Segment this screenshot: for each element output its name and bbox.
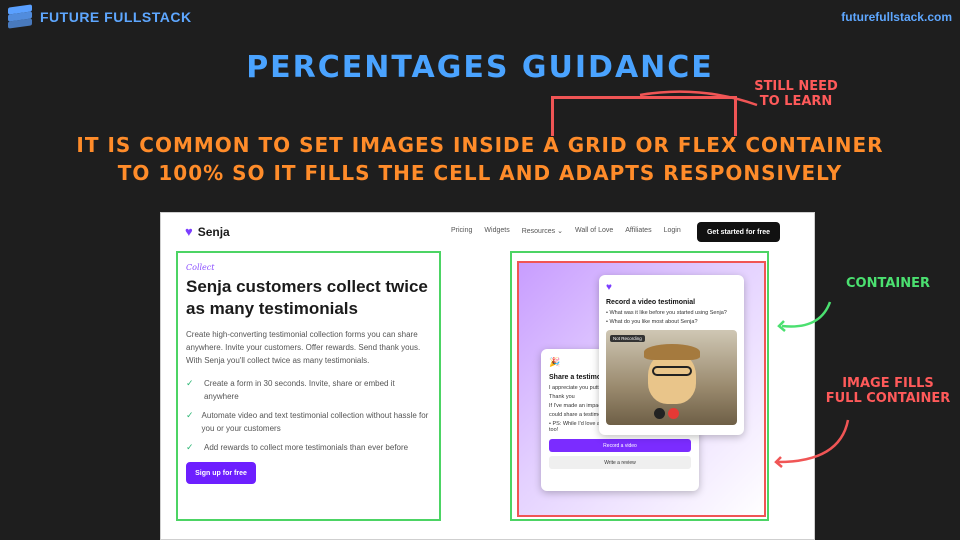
write-review-label: Write a review (604, 459, 636, 466)
check-icon: ✓ (186, 378, 194, 388)
check-icon: ✓ (186, 442, 194, 452)
note-learn-line2: TO LEARN (759, 94, 833, 109)
senja-logo[interactable]: ♥ Senja (185, 224, 230, 239)
feature-item: ✓ Automate video and text testimonial col… (186, 409, 431, 435)
note-learn-line1: STILL NEED (754, 79, 838, 94)
front-card-question: • What do you like most about Senja? (606, 319, 698, 325)
feature-text: Add rewards to collect more testimonials… (204, 443, 409, 452)
note-container: CONTAINER (846, 276, 930, 291)
feature-text: Automate video and text testimonial coll… (201, 411, 429, 433)
heart-icon: ♥ (185, 224, 193, 239)
recording-status: Not Recording (610, 335, 645, 342)
note-still-need-to-learn: STILL NEED TO LEARN (746, 79, 846, 109)
lede: Create high-converting testimonial colle… (186, 330, 421, 365)
record-icon[interactable] (668, 408, 679, 419)
record-video-label: Record a video (603, 442, 637, 449)
pen-icon[interactable] (654, 408, 665, 419)
nav-link-resources[interactable]: Resources ⌄ (522, 227, 563, 235)
website-screenshot: ♥ Senja Pricing Widgets Resources ⌄ Wall… (160, 212, 815, 540)
nav-link-wall-of-love[interactable]: Wall of Love (575, 227, 613, 235)
feature-item: ✓ Create a form in 30 seconds. Invite, sh… (186, 377, 431, 403)
highlight-bracket (551, 96, 737, 136)
nav-link-login[interactable]: Login (664, 227, 681, 235)
feature-list: ✓ Create a form in 30 seconds. Invite, sh… (186, 377, 431, 454)
nav-link-affiliates[interactable]: Affiliates (625, 227, 651, 235)
record-video-button[interactable]: Record a video (549, 439, 691, 452)
senja-logo-text: Senja (197, 224, 230, 239)
nav-link-pricing[interactable]: Pricing (451, 227, 472, 235)
feature-text: Create a form in 30 seconds. Invite, sha… (203, 379, 395, 401)
subtitle-line2: TO 100% SO IT FILLS THE CELL AND ADAPTS … (117, 161, 843, 185)
brand-name: FUTURE FULLSTACK (40, 9, 192, 25)
feature-item: ✓ Add rewards to collect more testimonial… (186, 441, 431, 454)
get-started-button[interactable]: Get started for free (697, 222, 780, 242)
brand: FUTURE FULLSTACK (8, 4, 192, 29)
check-icon: ✓ (186, 410, 194, 420)
record-video-card: ♥ Record a video testimonial • What was … (599, 275, 744, 435)
layers-logo-icon (8, 4, 32, 29)
note-image-fills: IMAGE FILLS FULL CONTAINER (816, 376, 960, 406)
image-fill: 🎉 Share a testimon I appreciate you putt… (517, 261, 766, 517)
image-container: 🎉 Share a testimon I appreciate you putt… (510, 251, 769, 521)
site-url: futurefullstack.com (841, 10, 952, 24)
front-card-question: • What was it like before you started us… (606, 310, 727, 316)
front-card-title: Record a video testimonial (606, 299, 696, 306)
dog-glasses (652, 366, 692, 376)
note-image-line2: FULL CONTAINER (825, 391, 951, 406)
headline: Senja customers collect twice as many te… (186, 277, 428, 318)
eyebrow: Collect (186, 263, 215, 272)
write-review-button[interactable]: Write a review (549, 456, 691, 469)
note-image-line1: IMAGE FILLS (842, 376, 934, 391)
site-nav: ♥ Senja Pricing Widgets Resources ⌄ Wall… (161, 213, 814, 249)
subtitle-line1: IT IS COMMON TO SET IMAGES INSIDE A GRID… (76, 133, 884, 157)
nav-link-widgets[interactable]: Widgets (484, 227, 509, 235)
content-column: Collect Senja customers collect twice as… (176, 251, 441, 521)
heart-icon: ♥ (606, 282, 612, 293)
sign-up-button[interactable]: Sign up for free (186, 462, 256, 484)
nav-links: Pricing Widgets Resources ⌄ Wall of Love… (451, 227, 681, 235)
video-preview: Not Recording (606, 330, 737, 425)
dog-cap (644, 344, 700, 360)
